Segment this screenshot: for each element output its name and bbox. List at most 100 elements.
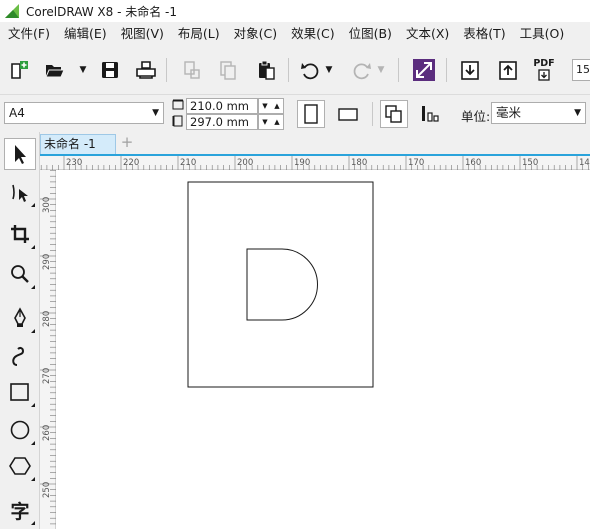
spin-down-icon[interactable]: ▼	[259, 115, 271, 129]
ruler-tick-label: 180	[351, 158, 367, 168]
rectangle-icon	[10, 383, 29, 401]
chevron-down-icon: ▼	[152, 108, 159, 118]
publish-pdf-icon	[538, 69, 550, 81]
property-bar: A4 ▼ 210.0 mm ▼ ▲ 297.0 mm ▼ ▲ 单位: 毫米 ▼	[0, 94, 590, 132]
flyout-indicator	[31, 521, 35, 525]
menu-bitmaps[interactable]: 位图(B)	[342, 22, 399, 46]
ruler-tick-label: 260	[42, 425, 52, 441]
crop-tool-button[interactable]	[4, 218, 36, 250]
horizontal-ruler[interactable]: 230 220 210 200 190 180 170 160 150 140	[6, 154, 590, 170]
magnifier-icon	[11, 265, 29, 283]
flyout-indicator	[31, 441, 35, 445]
portrait-page-icon	[304, 104, 318, 124]
flyout-indicator	[31, 329, 35, 333]
polygon-tool-button[interactable]	[4, 450, 36, 482]
artistic-brush-icon	[12, 346, 25, 366]
spin-up-icon[interactable]: ▲	[271, 99, 283, 113]
menu-bar: 文件(F) 编辑(E) 视图(V) 布局(L) 对象(C) 效果(C) 位图(B…	[0, 22, 590, 46]
spin-up-icon[interactable]: ▲	[271, 115, 283, 129]
export-button[interactable]	[494, 56, 522, 84]
menu-effects[interactable]: 效果(C)	[284, 22, 341, 46]
ruler-tick-label: 150	[522, 158, 538, 168]
units-label: 单位:	[461, 109, 491, 124]
undo-button[interactable]	[296, 56, 324, 84]
corel-connect-button[interactable]	[410, 56, 438, 84]
ruler-tick-label: 160	[465, 158, 481, 168]
open-button[interactable]	[41, 56, 69, 84]
chevron-down-icon: ▼	[377, 65, 385, 75]
publish-pdf-button[interactable]: PDF	[530, 56, 558, 84]
menu-object[interactable]: 对象(C)	[227, 22, 284, 46]
zoom-level-field[interactable]: 15	[572, 59, 590, 81]
print-icon	[136, 61, 156, 79]
ruler-tick-label: 220	[123, 158, 139, 168]
current-page-button[interactable]	[416, 100, 444, 128]
freehand-tool-button[interactable]	[4, 302, 36, 334]
redo-dropdown-button[interactable]: ▼	[374, 56, 388, 84]
page-size-value: A4	[9, 106, 25, 120]
spin-down-icon[interactable]: ▼	[259, 99, 271, 113]
print-button[interactable]	[132, 56, 160, 84]
d-shape-object[interactable]	[246, 248, 318, 321]
save-button[interactable]	[96, 56, 124, 84]
pick-tool-button[interactable]	[4, 138, 36, 170]
paste-button[interactable]	[252, 56, 280, 84]
standard-toolbar: ▼ ▼ ▼ PDF 15	[0, 46, 590, 94]
toolbox: 字	[0, 132, 40, 529]
open-dropdown-button[interactable]: ▼	[69, 56, 97, 84]
all-pages-icon	[385, 105, 402, 123]
page-width-icon	[172, 99, 184, 110]
shape-tool-button[interactable]	[4, 176, 36, 208]
page-height-field[interactable]: 297.0 mm	[186, 114, 258, 130]
paste-icon	[259, 60, 275, 80]
landscape-button[interactable]	[334, 100, 362, 128]
crop-icon	[11, 225, 29, 243]
menu-file[interactable]: 文件(F)	[0, 22, 57, 46]
ruler-tick-label: 170	[408, 158, 424, 168]
menu-layout[interactable]: 布局(L)	[171, 22, 227, 46]
page-size-select[interactable]: A4 ▼	[4, 102, 164, 124]
units-select[interactable]: 毫米 ▼	[491, 102, 586, 124]
portrait-button[interactable]	[297, 100, 325, 128]
new-document-button[interactable]	[5, 56, 33, 84]
copy-button[interactable]	[214, 56, 242, 84]
add-tab-button[interactable]: +	[118, 134, 136, 152]
import-icon	[461, 61, 479, 80]
flyout-indicator	[31, 477, 35, 481]
text-tool-button[interactable]: 字	[4, 494, 36, 526]
cut-button[interactable]	[178, 56, 206, 84]
toolbar-separator	[446, 58, 447, 82]
ruler-tick-label: 190	[294, 158, 310, 168]
artistic-media-tool-button[interactable]	[4, 340, 36, 372]
menu-tools[interactable]: 工具(O)	[513, 22, 572, 46]
toolbar-separator	[398, 58, 399, 82]
menu-text[interactable]: 文本(X)	[399, 22, 456, 46]
ruler-tick-label: 290	[42, 254, 52, 270]
document-tab-strip: 未命名 -1 +	[40, 132, 590, 154]
hexagon-icon	[9, 457, 31, 475]
redo-button[interactable]	[348, 56, 376, 84]
menu-view[interactable]: 视图(V)	[114, 22, 171, 46]
vertical-ruler[interactable]: 300 290 280 270 260 250	[40, 141, 56, 529]
rectangle-tool-button[interactable]	[4, 376, 36, 408]
ruler-tick-label: 250	[42, 482, 52, 498]
ellipse-tool-button[interactable]	[4, 414, 36, 446]
zoom-tool-button[interactable]	[4, 258, 36, 290]
menu-edit[interactable]: 编辑(E)	[57, 22, 114, 46]
toolbar-separator	[372, 102, 373, 126]
all-pages-button[interactable]	[380, 100, 408, 128]
redo-icon	[353, 63, 371, 80]
page-width-field[interactable]: 210.0 mm	[186, 98, 258, 114]
menu-table[interactable]: 表格(T)	[456, 22, 512, 46]
tab-document[interactable]: 未命名 -1	[40, 134, 116, 154]
import-button[interactable]	[456, 56, 484, 84]
page-width-stepper[interactable]: ▼ ▲	[258, 98, 284, 114]
page-height-stepper[interactable]: ▼ ▲	[258, 114, 284, 130]
page-border-rectangle[interactable]	[187, 181, 374, 388]
drawing-canvas[interactable]	[57, 171, 590, 529]
undo-dropdown-button[interactable]: ▼	[322, 56, 336, 84]
vertical-ruler-ticks: 300 290 280 270 260 250	[40, 141, 56, 525]
text-tool-icon: 字	[10, 500, 30, 523]
flyout-indicator	[31, 203, 35, 207]
current-page-icon	[422, 106, 439, 122]
